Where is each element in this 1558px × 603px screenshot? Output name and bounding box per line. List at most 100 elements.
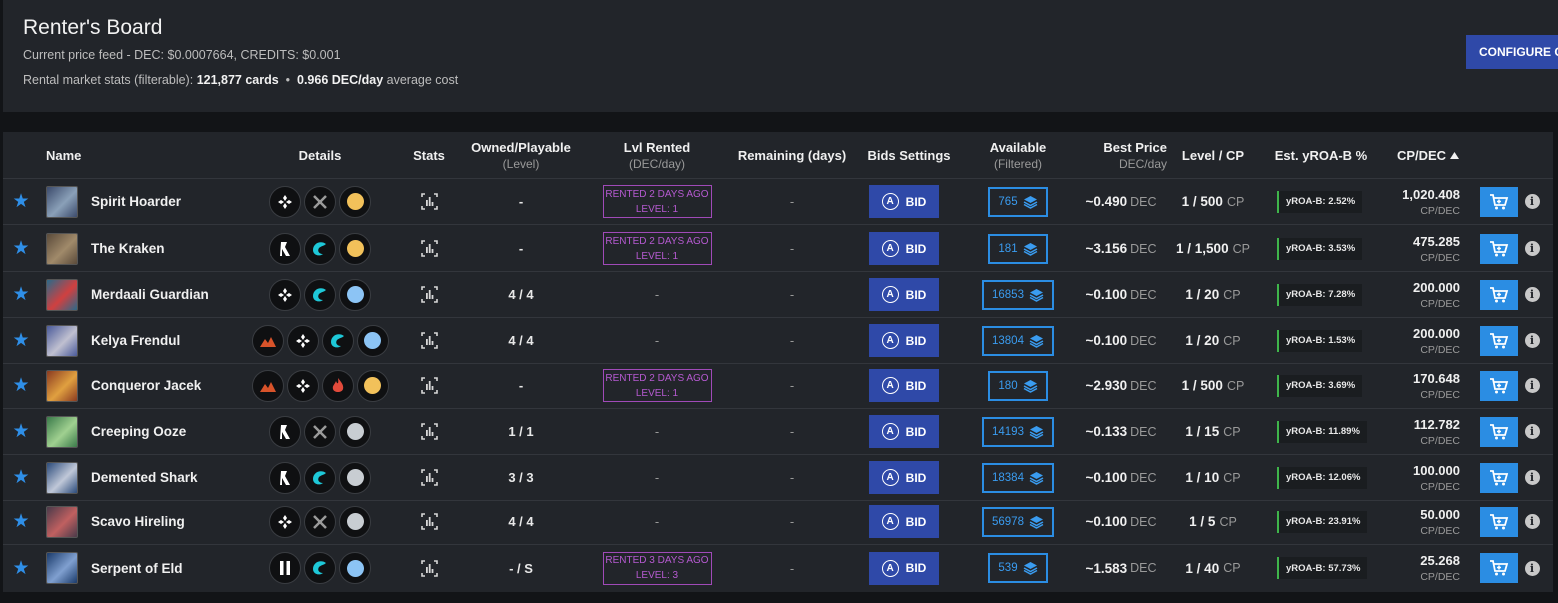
info-icon[interactable]: i <box>1524 241 1540 256</box>
add-to-cart-button[interactable] <box>1480 233 1518 264</box>
col-name[interactable]: Name <box>46 132 81 179</box>
favorite-star-icon[interactable]: ★ <box>11 179 31 224</box>
add-to-cart-button[interactable] <box>1480 186 1518 217</box>
add-to-cart-button[interactable] <box>1480 370 1518 401</box>
cp-unit: CP <box>1219 514 1237 529</box>
stats-icon[interactable] <box>416 226 442 271</box>
stats-icon[interactable] <box>416 409 442 454</box>
owned-playable: - <box>518 378 524 393</box>
card-name[interactable]: Conqueror Jacek <box>91 363 201 408</box>
info-icon[interactable]: i <box>1524 470 1540 485</box>
info-icon[interactable]: i <box>1524 514 1540 529</box>
card-portrait <box>46 369 78 402</box>
stats-icon[interactable] <box>416 272 442 317</box>
available-button[interactable]: 14193 <box>982 416 1054 447</box>
cp-unit: CP <box>1223 561 1241 575</box>
price-value: ~1.583 <box>1085 560 1128 576</box>
cpdec-cell: 112.782 CP/DEC <box>1373 409 1460 454</box>
favorite-star-icon[interactable]: ★ <box>11 272 31 317</box>
neutral-icon <box>269 505 301 538</box>
favorite-star-icon[interactable]: ★ <box>11 545 31 591</box>
card-details <box>241 272 399 317</box>
col-level-cp[interactable]: Level / CP <box>1163 132 1263 179</box>
favorite-star-icon[interactable]: ★ <box>11 455 31 500</box>
bid-label: BID <box>905 333 927 348</box>
bid-button[interactable]: A BID <box>869 232 939 265</box>
bid-button[interactable]: A BID <box>869 415 939 448</box>
info-icon[interactable]: i <box>1524 287 1540 302</box>
price-unit: DEC <box>1130 333 1157 348</box>
col-lvl-rented[interactable]: Lvl Rented (DEC/day) <box>593 132 721 179</box>
water-icon <box>304 232 336 265</box>
col-owned[interactable]: Owned/Playable (Level) <box>463 132 579 179</box>
add-to-cart-button[interactable] <box>1480 416 1518 447</box>
cp-unit: CP <box>1226 378 1245 393</box>
favorite-star-icon[interactable]: ★ <box>11 226 31 271</box>
available-button[interactable]: 16853 <box>982 279 1054 310</box>
card-portrait <box>46 278 78 311</box>
favorite-star-icon[interactable]: ★ <box>11 499 31 544</box>
stats-icon[interactable] <box>416 363 442 408</box>
info-icon[interactable]: i <box>1524 560 1540 576</box>
available-button[interactable]: 13804 <box>982 325 1054 356</box>
available-cell: 765 <box>973 179 1063 224</box>
col-cpdec[interactable]: CP/DEC <box>1388 132 1468 179</box>
price-value: ~0.100 <box>1085 470 1128 485</box>
bid-button[interactable]: A BID <box>869 324 939 357</box>
yroa-cell: yROA-B: 3.53% <box>1277 226 1365 271</box>
cart-icon <box>1489 513 1509 531</box>
add-to-cart-button[interactable] <box>1480 553 1518 583</box>
info-icon[interactable]: i <box>1524 378 1540 393</box>
card-details <box>241 363 399 408</box>
card-name[interactable]: Creeping Ooze <box>91 409 186 454</box>
card-name[interactable]: Scavo Hireling <box>91 499 185 544</box>
info-icon[interactable]: i <box>1524 194 1540 209</box>
info-icon[interactable]: i <box>1524 333 1540 348</box>
bid-button[interactable]: A BID <box>869 278 939 311</box>
stats-icon[interactable] <box>416 455 442 500</box>
info-icon[interactable]: i <box>1524 424 1540 439</box>
stats-icon[interactable] <box>416 545 442 591</box>
available-button[interactable]: 56978 <box>982 506 1054 537</box>
price-value: ~0.100 <box>1085 333 1128 348</box>
card-name[interactable]: Kelya Frendul <box>91 318 180 363</box>
available-button[interactable]: 539 <box>988 553 1048 583</box>
card-name[interactable]: Merdaali Guardian <box>91 272 209 317</box>
col-best-price[interactable]: Best Price DEC/day <box>1075 132 1167 179</box>
stats-icon[interactable] <box>416 499 442 544</box>
favorite-star-icon[interactable]: ★ <box>11 409 31 454</box>
configure-cp-button[interactable]: CONFIGURE CP <box>1466 35 1558 69</box>
available-button[interactable]: 765 <box>988 186 1048 217</box>
available-count: 765 <box>998 195 1018 208</box>
stats-icon[interactable] <box>416 179 442 224</box>
remaining-days: - <box>789 378 795 393</box>
add-to-cart-button[interactable] <box>1480 279 1518 310</box>
bid-button[interactable]: A BID <box>869 505 939 538</box>
bid-cell: A BID <box>869 272 939 317</box>
available-button[interactable]: 180 <box>988 370 1048 401</box>
neutral-icon <box>269 278 301 311</box>
bid-button[interactable]: A BID <box>869 185 939 218</box>
favorite-star-icon[interactable]: ★ <box>11 363 31 408</box>
stats-icon[interactable] <box>416 318 442 363</box>
favorite-star-icon[interactable]: ★ <box>11 318 31 363</box>
bid-button[interactable]: A BID <box>869 551 939 585</box>
col-remaining[interactable]: Remaining (days) <box>731 132 853 179</box>
card-name[interactable]: Spirit Hoarder <box>91 179 181 224</box>
available-button[interactable]: 18384 <box>982 462 1054 493</box>
col-yroa[interactable]: Est. yROA-B % <box>1265 132 1377 179</box>
card-name[interactable]: Serpent of Eld <box>91 545 183 591</box>
bid-button[interactable]: A BID <box>869 369 939 402</box>
lvl-rented-cell: - <box>593 272 721 317</box>
available-button[interactable]: 181 <box>988 233 1048 264</box>
bid-button[interactable]: A BID <box>869 461 939 494</box>
layers-icon <box>1029 288 1044 302</box>
add-to-cart-button[interactable] <box>1480 325 1518 356</box>
col-available[interactable]: Available (Filtered) <box>973 132 1063 179</box>
card-name[interactable]: The Kraken <box>91 226 165 271</box>
neutral-icon <box>269 185 301 218</box>
bid-cell: A BID <box>869 545 939 591</box>
card-name[interactable]: Demented Shark <box>91 455 198 500</box>
add-to-cart-button[interactable] <box>1480 506 1518 537</box>
add-to-cart-button[interactable] <box>1480 462 1518 493</box>
